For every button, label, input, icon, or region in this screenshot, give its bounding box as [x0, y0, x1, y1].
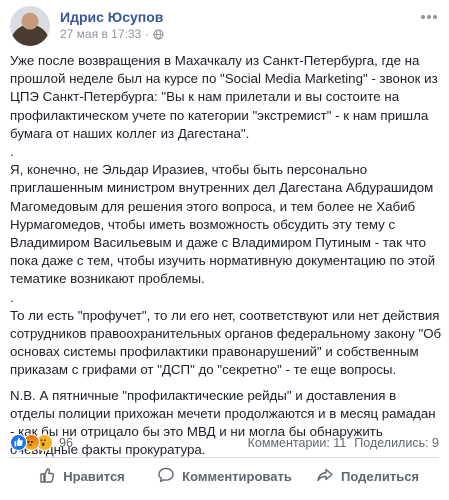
more-options-icon[interactable]	[419, 10, 439, 24]
reactions-count: 96	[59, 435, 73, 450]
post-stats: Комментарии: 11 Поделились: 9	[248, 436, 439, 450]
shares-count-link[interactable]: Поделились: 9	[354, 436, 439, 450]
post-text: Уже после возвращения в Махачкалу из Сан…	[10, 52, 442, 459]
author-name[interactable]: Идрис Юсупов	[60, 9, 163, 25]
thumbs-up-icon	[38, 466, 56, 487]
share-button-label: Поделиться	[340, 468, 420, 484]
comments-count-link[interactable]: Комментарии: 11	[248, 436, 347, 450]
post-separator-dot: .	[10, 289, 14, 305]
share-icon	[316, 466, 334, 487]
post-paragraph: Уже после возвращения в Махачкалу из Сан…	[10, 53, 438, 141]
post-date[interactable]: 27 мая в 17:33	[60, 27, 141, 41]
like-button[interactable]: Нравится	[10, 460, 153, 492]
comment-button-label: Комментировать	[182, 468, 292, 484]
comment-button[interactable]: Комментировать	[153, 460, 296, 492]
globe-icon	[153, 28, 164, 40]
like-reaction-icon	[10, 434, 27, 451]
author-avatar[interactable]	[10, 6, 50, 46]
post-meta: 27 мая в 17:33 ·	[60, 27, 164, 41]
comment-icon	[157, 466, 175, 487]
post-paragraph: Я, конечно, не Эльдар Иразиев, чтобы быт…	[10, 162, 436, 287]
meta-separator: ·	[145, 27, 150, 41]
reactions-summary[interactable]: 96	[10, 434, 73, 451]
post-paragraph: То ли есть "профучет", то ли его нет, со…	[10, 307, 442, 378]
post-actions: Нравится Комментировать Поделиться	[10, 460, 439, 492]
post-separator-dot: .	[10, 144, 14, 160]
like-button-label: Нравится	[63, 468, 125, 484]
actions-divider	[10, 457, 439, 458]
facebook-post: Идрис Юсупов 27 мая в 17:33 · Уже после …	[0, 0, 449, 500]
share-button[interactable]: Поделиться	[296, 460, 439, 492]
